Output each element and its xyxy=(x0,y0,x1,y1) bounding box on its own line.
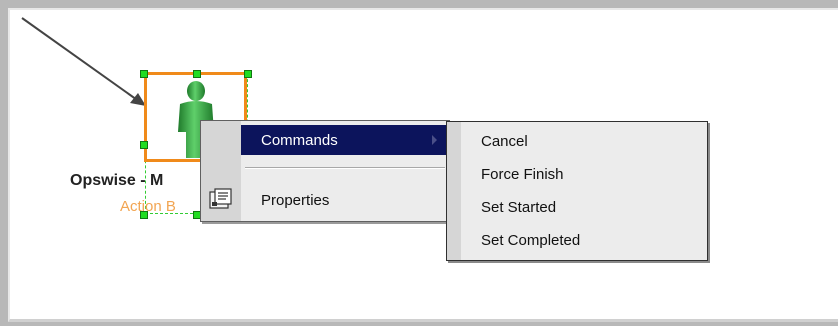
node-title: Opswise - M xyxy=(70,172,164,189)
submenu-item-cancel[interactable]: Cancel xyxy=(461,126,707,156)
submenu-gutter xyxy=(447,122,461,260)
submenu-item-force-finish[interactable]: Force Finish xyxy=(461,159,707,189)
resize-handle[interactable] xyxy=(140,141,148,149)
menu-item-properties[interactable]: Properties xyxy=(241,185,449,215)
submenu-item-label: Cancel xyxy=(481,133,528,150)
resize-handle[interactable] xyxy=(193,70,201,78)
submenu-item-set-started[interactable]: Set Started xyxy=(461,192,707,222)
menu-item-label: Properties xyxy=(261,192,330,209)
submenu-item-label: Set Completed xyxy=(481,232,581,249)
menu-separator xyxy=(245,167,445,169)
context-menu: Commands Properties xyxy=(200,120,450,222)
menu-item-label: Commands xyxy=(261,132,338,149)
properties-icon xyxy=(209,188,232,209)
submenu-item-label: Force Finish xyxy=(481,166,564,183)
menu-item-commands[interactable]: Commands xyxy=(241,125,449,155)
commands-submenu: Cancel Force Finish Set Started Set Comp… xyxy=(446,121,708,261)
node-subtitle: Action B xyxy=(120,198,176,215)
resize-handle[interactable] xyxy=(244,70,252,78)
resize-handle[interactable] xyxy=(140,70,148,78)
submenu-arrow-icon xyxy=(432,135,437,145)
submenu-item-set-completed[interactable]: Set Completed xyxy=(461,225,707,255)
submenu-item-label: Set Started xyxy=(481,199,557,216)
